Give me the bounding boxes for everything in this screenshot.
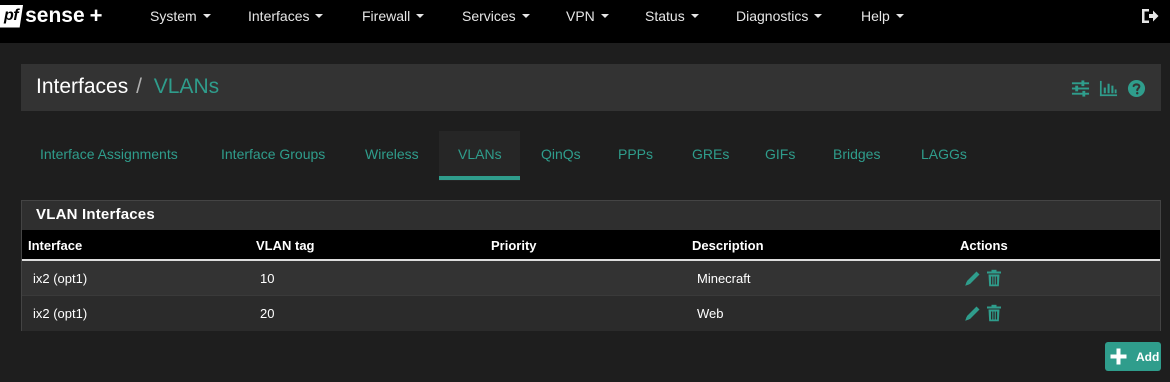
tab-active-indicator <box>439 176 520 180</box>
edit-icon[interactable] <box>964 269 982 287</box>
caret-down-icon <box>416 14 425 19</box>
nav-system[interactable]: System <box>150 0 211 33</box>
caret-down-icon <box>600 14 609 19</box>
tab-wireless[interactable]: Wireless <box>365 146 419 162</box>
logo-sense: sense <box>25 4 85 27</box>
nav-services[interactable]: Services <box>462 0 530 33</box>
breadcrumb-separator: / <box>136 75 142 98</box>
column-header-actions: Actions <box>960 238 1008 253</box>
breadcrumb: Interfaces / VLANs <box>21 64 1161 111</box>
tab-gres[interactable]: GREs <box>692 146 729 162</box>
cell-interface: ix2 (opt1) <box>33 306 88 321</box>
vlan-interfaces-panel: VLAN Interfaces Interface VLAN tag Prior… <box>21 200 1161 331</box>
edit-icon[interactable] <box>964 304 982 322</box>
logo-pf: pf <box>0 4 24 28</box>
tab-interface-groups[interactable]: Interface Groups <box>221 146 325 162</box>
column-header-description: Description <box>692 238 764 253</box>
nav-label: Interfaces <box>248 8 310 24</box>
cell-interface: ix2 (opt1) <box>33 271 88 286</box>
caret-down-icon <box>690 14 699 19</box>
plus-icon <box>1110 348 1127 365</box>
nav-diagnostics[interactable]: Diagnostics <box>736 0 823 33</box>
nav-status[interactable]: Status <box>645 0 699 33</box>
cell-description: Minecraft <box>697 271 751 286</box>
cell-description: Web <box>697 306 724 321</box>
breadcrumb-current[interactable]: VLANs <box>154 75 219 98</box>
tab-bridges[interactable]: Bridges <box>833 146 880 162</box>
breadcrumb-parent[interactable]: Interfaces <box>36 75 128 98</box>
page-title: Interfaces / VLANs <box>36 75 219 99</box>
tab-gifs[interactable]: GIFs <box>765 146 795 162</box>
column-header-interface: Interface <box>28 238 83 253</box>
table-row: ix2 (opt1) 20 Web <box>22 296 1160 331</box>
add-button[interactable]: Add <box>1105 342 1161 371</box>
bar-chart-icon[interactable] <box>1099 79 1118 98</box>
column-header-priority: Priority <box>491 238 537 253</box>
trash-icon[interactable] <box>985 269 1003 287</box>
tab-interface-assignments[interactable]: Interface Assignments <box>40 146 178 162</box>
caret-down-icon <box>521 14 530 19</box>
sign-out-icon[interactable] <box>1140 6 1160 26</box>
nav-label: Services <box>462 8 516 24</box>
nav-label: System <box>150 8 197 24</box>
question-circle-icon[interactable] <box>1127 79 1146 98</box>
nav-label: Diagnostics <box>736 8 809 24</box>
nav-label: Help <box>861 8 890 24</box>
cell-vlan-tag: 10 <box>260 271 275 286</box>
tab-qinqs[interactable]: QinQs <box>541 146 581 162</box>
nav-firewall[interactable]: Firewall <box>362 0 425 33</box>
nav-interfaces[interactable]: Interfaces <box>248 0 324 33</box>
column-header-vlan-tag: VLAN tag <box>256 238 315 253</box>
caret-down-icon <box>202 14 211 19</box>
top-navbar: pf sense + System Interfaces Firewall Se… <box>0 0 1170 43</box>
nav-label: Status <box>645 8 685 24</box>
add-button-label: Add <box>1136 349 1160 364</box>
nav-help[interactable]: Help <box>861 0 904 33</box>
tab-laggs[interactable]: LAGGs <box>921 146 967 162</box>
logo-plus: + <box>89 3 103 28</box>
cell-vlan-tag: 20 <box>260 306 275 321</box>
caret-down-icon <box>814 14 823 19</box>
pfsense-logo[interactable]: pf sense + <box>0 2 103 30</box>
table-header: Interface VLAN tag Priority Description … <box>22 230 1160 261</box>
nav-label: VPN <box>566 8 595 24</box>
caret-down-icon <box>315 14 324 19</box>
trash-icon[interactable] <box>985 304 1003 322</box>
nav-label: Firewall <box>362 8 411 24</box>
tab-ppps[interactable]: PPPs <box>618 146 653 162</box>
caret-down-icon <box>895 14 904 19</box>
tab-vlans[interactable]: VLANs <box>458 146 502 162</box>
table-row: ix2 (opt1) 10 Minecraft <box>22 261 1160 296</box>
nav-vpn[interactable]: VPN <box>566 0 609 33</box>
sliders-icon[interactable] <box>1071 79 1090 98</box>
panel-title: VLAN Interfaces <box>22 201 1160 230</box>
